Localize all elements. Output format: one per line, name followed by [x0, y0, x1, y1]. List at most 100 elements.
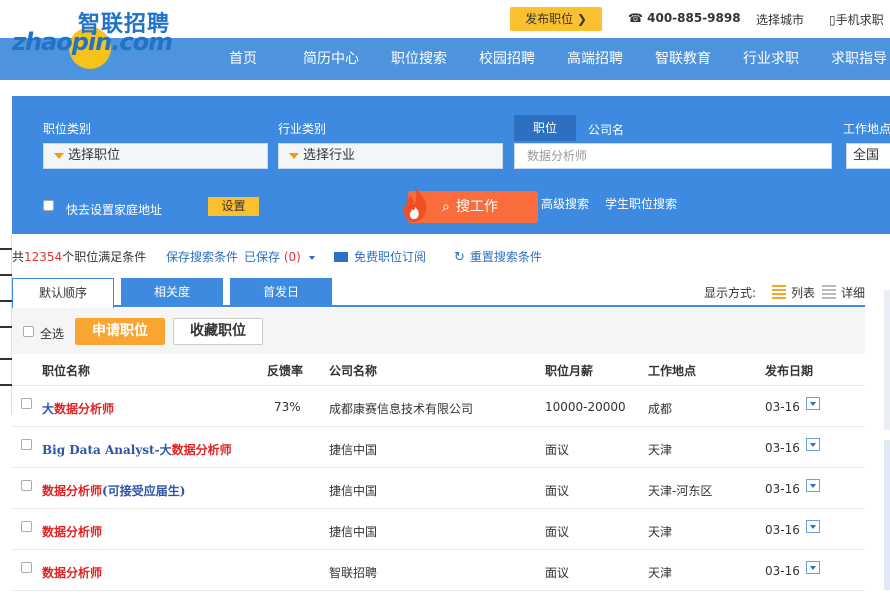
location: 天津-河东区: [648, 484, 713, 498]
nav-item-education[interactable]: 智联教育: [655, 38, 711, 80]
reset-search-link[interactable]: ↻ 重置搜索条件: [454, 248, 542, 265]
expand-row-button[interactable]: [806, 397, 820, 410]
select-all-checkbox[interactable]: [23, 326, 34, 337]
home-address-checkbox[interactable]: [43, 200, 54, 211]
table-row[interactable]: 数据分析师(可接受应届生) 捷信中国 面议 天津-河东区 03-16: [12, 468, 865, 509]
job-category-select[interactable]: 选择职位: [43, 143, 268, 169]
search-jobs-button[interactable]: ⌕ 搜工作: [403, 187, 538, 223]
advanced-search-link[interactable]: 高级搜索: [541, 195, 589, 212]
tab-first-posted[interactable]: 首发日: [230, 278, 332, 307]
expand-row-button[interactable]: [806, 479, 820, 492]
job-category-label: 职位类别: [43, 122, 92, 136]
nav-item-job-search[interactable]: 职位搜索: [391, 38, 447, 80]
job-title-link[interactable]: 大数据分析师: [42, 400, 114, 417]
subscribe-label: 免费职位订阅: [354, 250, 427, 264]
company-link[interactable]: 智联招聘: [329, 564, 377, 581]
location: 天津: [648, 566, 673, 580]
table-row[interactable]: 数据分析师 智联招聘 面议 天津 03-16: [12, 550, 865, 591]
post-date: 03-16: [765, 564, 800, 578]
industry-label: 行业类别: [278, 122, 327, 136]
nav-item-campus[interactable]: 校园招聘: [479, 38, 535, 80]
job-category-value: 选择职位: [68, 148, 121, 163]
save-search-link[interactable]: 保存搜索条件: [166, 248, 238, 265]
nav-item-resume-center[interactable]: 简历中心: [303, 38, 359, 80]
logo-english: zhaopin.com: [12, 28, 173, 56]
zhaopin-logo[interactable]: 智联招聘 zhaopin.com: [12, 6, 182, 70]
company-link[interactable]: 捷信中国: [329, 482, 377, 499]
salary: 面议: [545, 484, 570, 498]
home-address-label: 快去设置家庭地址: [66, 203, 163, 217]
salary: 面议: [545, 566, 570, 580]
search-button-label: 搜工作: [456, 199, 498, 215]
job-title-link[interactable]: 数据分析师: [42, 564, 102, 581]
side-floating-strip[interactable]: [0, 234, 12, 414]
hotline-phone: ☎ 400-885-9898: [628, 11, 741, 25]
nav-item-high-end[interactable]: 高端招聘: [567, 38, 623, 80]
post-date: 03-16: [765, 441, 800, 455]
row-checkbox[interactable]: [21, 398, 32, 409]
mobile-job-link[interactable]: ▯手机求职: [829, 11, 884, 28]
job-title-link[interactable]: 数据分析师(可接受应届生): [42, 482, 185, 499]
nav-item-guidance[interactable]: 求职指导: [831, 38, 887, 80]
feedback-rate: 73%: [274, 400, 301, 414]
chevron-down-icon: [308, 255, 315, 260]
tab-job-keyword[interactable]: 职位: [514, 115, 576, 141]
table-row[interactable]: 大数据分析师 73% 成都康赛信息技术有限公司 10000-20000 成都 0…: [12, 386, 865, 427]
table-row[interactable]: Big Data Analyst-大数据分析师 捷信中国 面议 天津 03-16: [12, 427, 865, 468]
list-view-label[interactable]: 列表: [791, 284, 815, 301]
row-checkbox[interactable]: [21, 521, 32, 532]
salary: 面议: [545, 525, 570, 539]
location-select[interactable]: 全国: [846, 143, 890, 169]
job-title-link[interactable]: 数据分析师: [42, 523, 102, 540]
result-count: 12354: [24, 250, 63, 264]
page: { "header": { "logo_cn": "智联招聘", "logo_e…: [0, 0, 890, 597]
location-label: 工作地点: [843, 122, 890, 136]
salary: 10000-20000: [545, 400, 626, 414]
flame-icon: [403, 187, 427, 222]
tab-default-order[interactable]: 默认顺序: [12, 278, 114, 309]
top-bar: 智联招聘 zhaopin.com 发布职位 ❯ ☎ 400-885-9898 选…: [0, 0, 890, 69]
row-checkbox[interactable]: [21, 562, 32, 573]
post-date: 03-16: [765, 523, 800, 537]
industry-select[interactable]: 选择行业: [278, 143, 503, 169]
mail-icon: [334, 252, 348, 262]
right-side-ad[interactable]: [884, 440, 890, 590]
saved-searches-dropdown[interactable]: 已保存 (0): [244, 248, 315, 265]
expand-row-button[interactable]: [806, 520, 820, 533]
select-all-label[interactable]: 全选: [40, 325, 64, 342]
summary-prefix: 共: [12, 250, 25, 264]
dropdown-arrow-icon: [54, 153, 64, 159]
favorite-job-button[interactable]: 收藏职位: [173, 318, 263, 345]
nav-item-industry[interactable]: 行业求职: [743, 38, 799, 80]
select-city-link[interactable]: 选择城市: [756, 11, 804, 28]
nav-item-home[interactable]: 首页: [229, 38, 257, 80]
expand-row-button[interactable]: [806, 561, 820, 574]
detail-view-icon[interactable]: [822, 285, 836, 299]
saved-label: 已保存: [244, 250, 281, 264]
apply-job-button[interactable]: 申请职位: [75, 318, 165, 345]
list-view-icon[interactable]: [772, 285, 786, 299]
detail-view-label[interactable]: 详细: [841, 284, 865, 301]
industry-value: 选择行业: [303, 148, 356, 163]
company-link[interactable]: 成都康赛信息技术有限公司: [329, 400, 473, 417]
job-title-link[interactable]: Big Data Analyst-大数据分析师: [42, 441, 232, 458]
student-search-link[interactable]: 学生职位搜索: [605, 195, 677, 212]
job-subscribe-link[interactable]: 免费职位订阅: [334, 248, 426, 265]
company-link[interactable]: 捷信中国: [329, 441, 377, 458]
row-checkbox[interactable]: [21, 439, 32, 450]
location: 天津: [648, 525, 673, 539]
row-checkbox[interactable]: [21, 480, 32, 491]
set-home-button[interactable]: 设置: [208, 197, 259, 216]
tab-company-name[interactable]: 公司名: [588, 121, 624, 138]
column-header-salary: 职位月薪: [545, 364, 594, 378]
right-side-ad[interactable]: [884, 290, 890, 430]
post-date: 03-16: [765, 400, 800, 414]
tab-relevance[interactable]: 相关度: [121, 278, 223, 307]
salary: 面议: [545, 443, 570, 457]
keyword-input[interactable]: 数据分析师: [514, 143, 832, 169]
post-job-button[interactable]: 发布职位 ❯: [510, 7, 602, 31]
table-row[interactable]: 数据分析师 捷信中国 面议 天津 03-16: [12, 509, 865, 550]
expand-row-button[interactable]: [806, 438, 820, 451]
column-header-location: 工作地点: [648, 364, 697, 378]
company-link[interactable]: 捷信中国: [329, 523, 377, 540]
